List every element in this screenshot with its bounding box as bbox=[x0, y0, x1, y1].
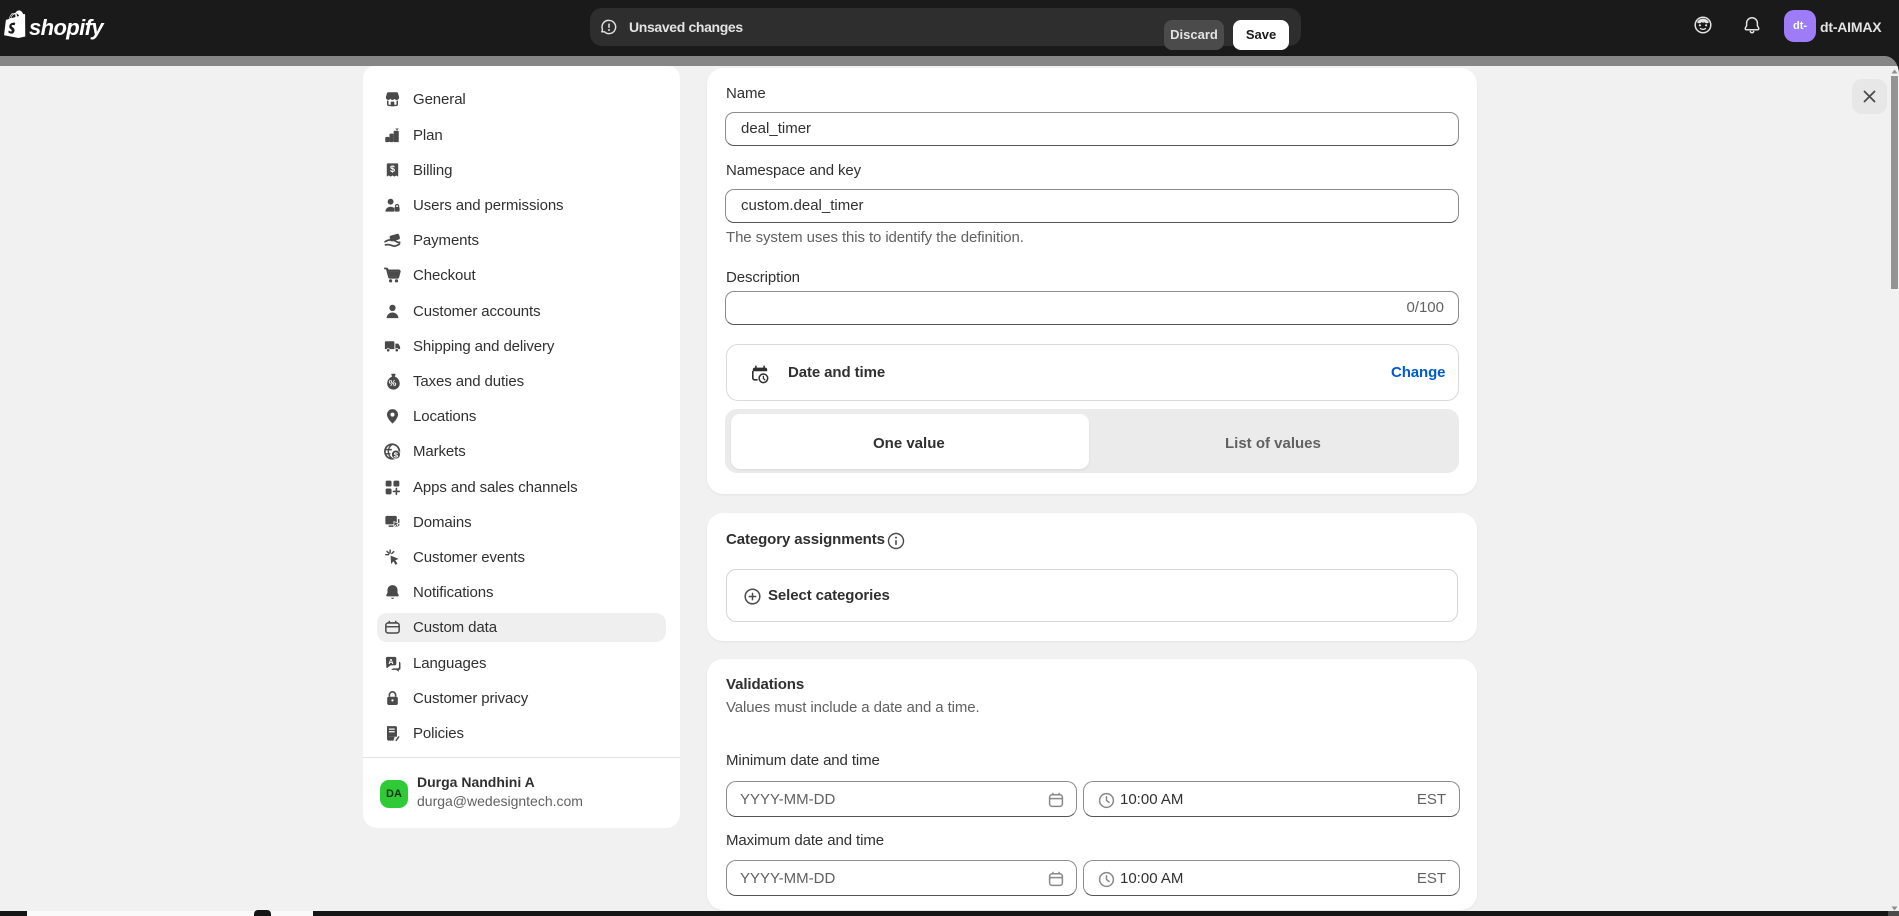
svg-text:A: A bbox=[388, 657, 393, 665]
svg-text:shopify: shopify bbox=[29, 15, 105, 40]
svg-text:%: % bbox=[389, 378, 397, 388]
svg-text:$: $ bbox=[390, 164, 395, 174]
svg-text:$: $ bbox=[394, 451, 399, 460]
